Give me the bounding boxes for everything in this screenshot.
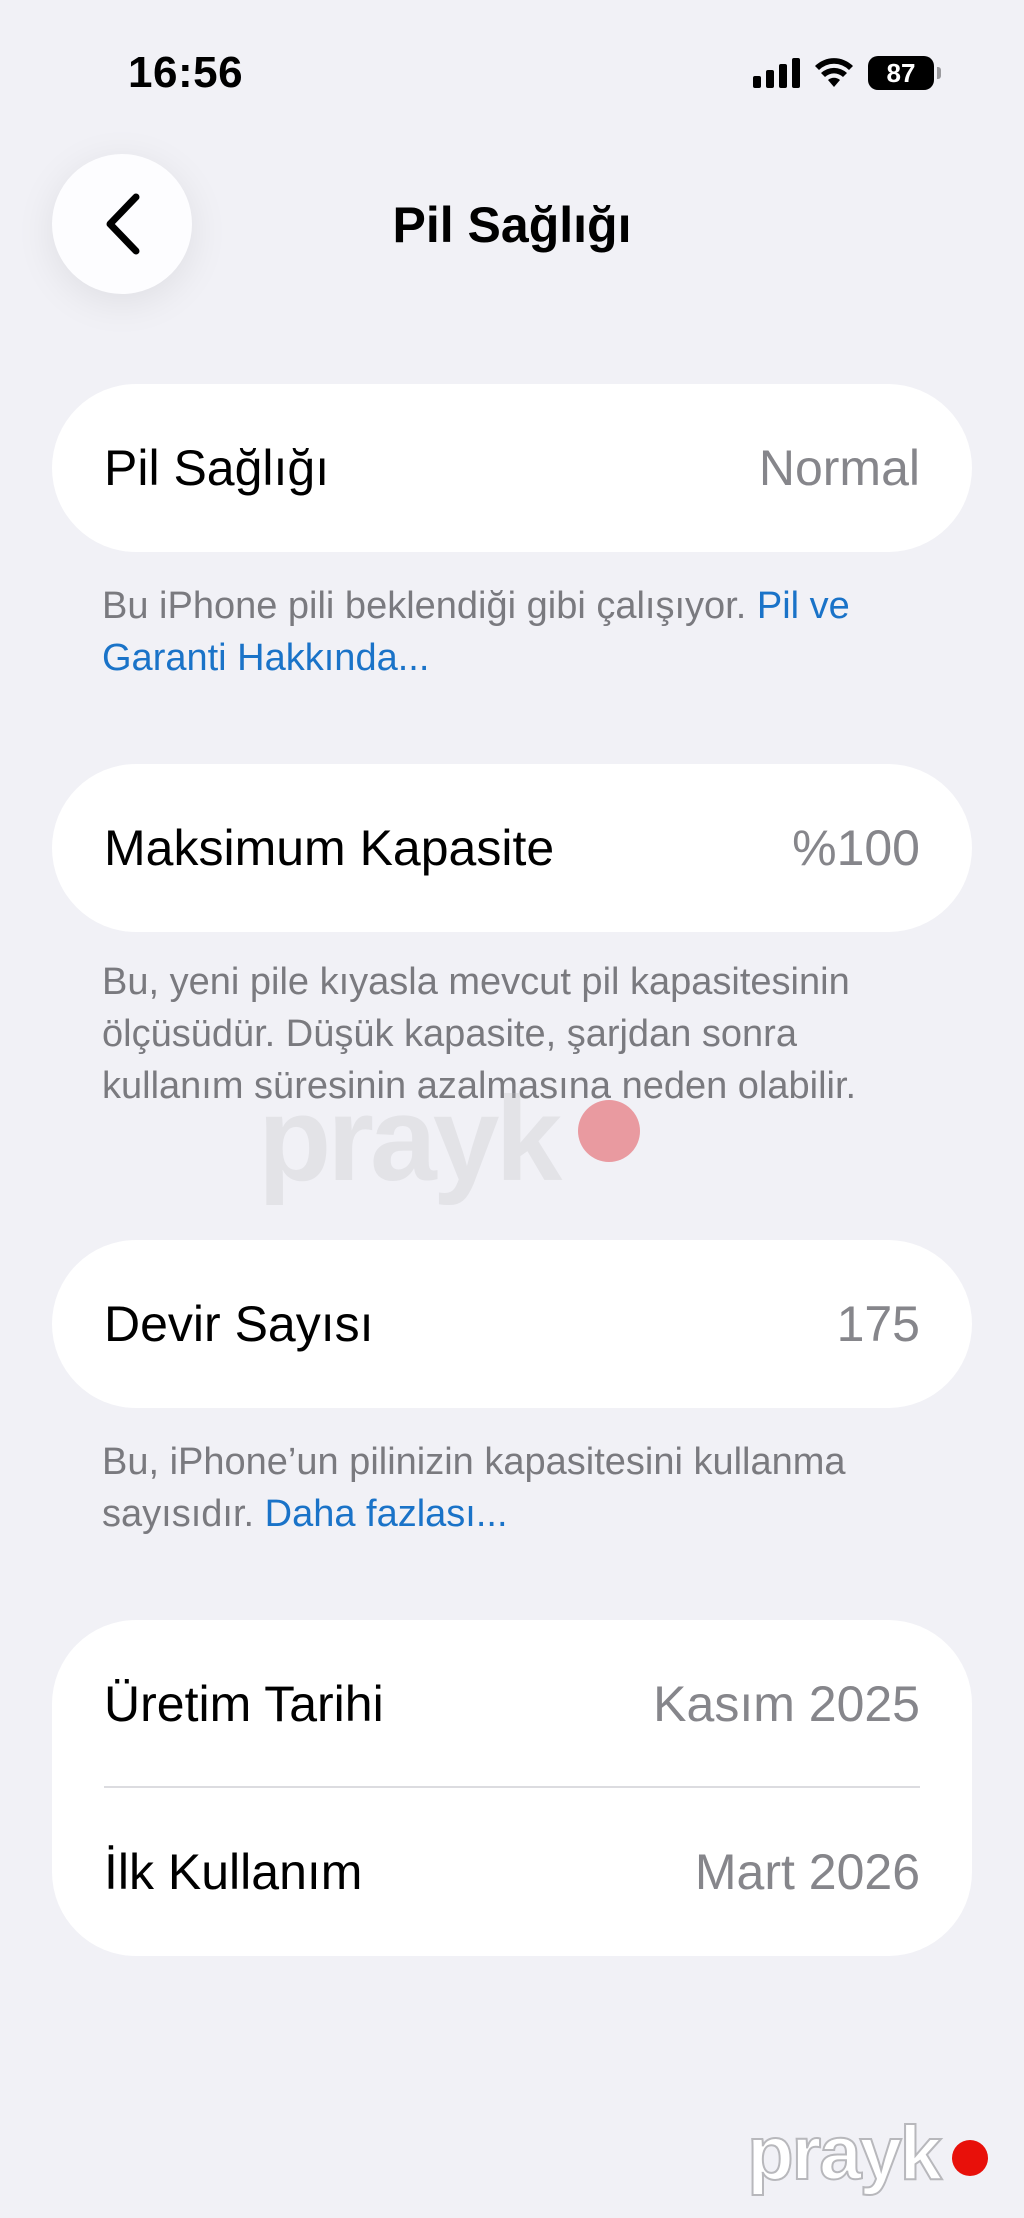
battery-level: 87 xyxy=(886,57,916,88)
status-time: 16:56 xyxy=(128,48,244,97)
battery-health-label: Pil Sağlığı xyxy=(104,440,330,496)
first-use-value: Mart 2026 xyxy=(694,1844,920,1900)
status-icons: 87 xyxy=(753,56,941,90)
battery-health-row: Pil Sağlığı Normal xyxy=(52,384,972,552)
watermark-dot xyxy=(578,1100,640,1162)
battery-health-note: Bu iPhone pili beklendiği gibi çalışıyor… xyxy=(102,580,922,684)
signal-icon xyxy=(753,58,800,88)
manufacture-date-value: Kasım 2025 xyxy=(653,1676,920,1732)
max-capacity-card: Maksimum Kapasite %100 xyxy=(52,764,972,932)
watermark-logo-dot xyxy=(952,2140,988,2176)
cycle-count-card: Devir Sayısı 175 xyxy=(52,1240,972,1408)
manufacture-date-row: Üretim Tarihi Kasım 2025 xyxy=(52,1620,972,1788)
page-title: Pil Sağlığı xyxy=(392,197,632,253)
watermark-logo: prayk xyxy=(746,2110,943,2197)
cycle-count-label: Devir Sayısı xyxy=(104,1296,374,1352)
cycle-count-value: 175 xyxy=(836,1296,920,1352)
max-capacity-row: Maksimum Kapasite %100 xyxy=(52,764,972,932)
dates-card: Üretim Tarihi Kasım 2025 İlk Kullanım Ma… xyxy=(52,1620,972,1956)
cycle-count-row: Devir Sayısı 175 xyxy=(52,1240,972,1408)
battery-health-card: Pil Sağlığı Normal xyxy=(52,384,972,552)
max-capacity-label: Maksimum Kapasite xyxy=(104,820,555,876)
cycle-count-note: Bu, iPhone’un pilinizin kapasitesini kul… xyxy=(102,1436,922,1540)
battery-health-note-text: Bu iPhone pili beklendiği gibi çalışıyor… xyxy=(102,585,757,627)
status-bar: 16:56 87 xyxy=(0,0,1024,140)
battery-icon: 87 xyxy=(868,56,941,90)
cycle-more-link[interactable]: Daha fazlası... xyxy=(265,1493,508,1535)
manufacture-date-label: Üretim Tarihi xyxy=(104,1676,384,1732)
wifi-icon xyxy=(815,58,853,87)
first-use-label: İlk Kullanım xyxy=(104,1844,363,1900)
battery-health-value: Normal xyxy=(758,440,920,496)
max-capacity-value: %100 xyxy=(792,820,920,876)
first-use-row: İlk Kullanım Mart 2026 xyxy=(52,1788,972,1956)
watermark-text: prayk xyxy=(258,1072,562,1206)
